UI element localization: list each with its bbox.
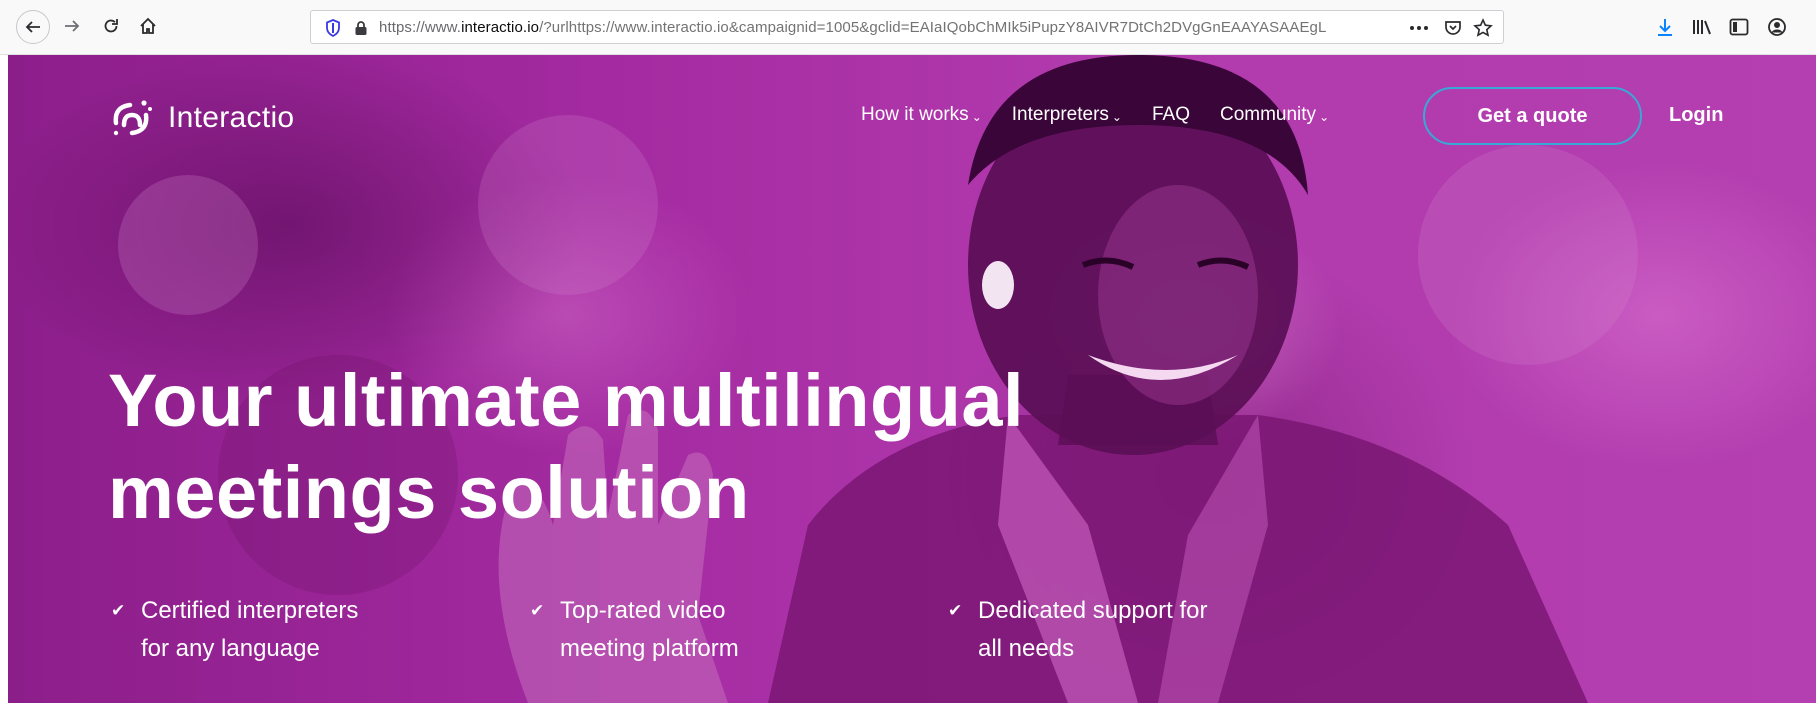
sidebar-icon — [1729, 18, 1749, 36]
forward-arrow-icon — [65, 20, 80, 32]
sidebar-button[interactable] — [1722, 10, 1756, 44]
back-button[interactable] — [16, 10, 50, 44]
account-icon — [1768, 18, 1786, 36]
nav-label: Community — [1219, 104, 1317, 125]
browser-toolbar: https://www.interactio.io/?urlhttps://ww… — [0, 0, 1816, 55]
feature-line-1: Dedicated support for — [978, 597, 1208, 624]
headline-line-1: Your ultimate multilingual — [108, 359, 1025, 442]
chevron-down-icon: ⌄ — [971, 110, 982, 124]
lock-icon[interactable] — [351, 18, 371, 38]
nav-label: Interpreters — [1011, 104, 1109, 125]
get-quote-button[interactable]: Get a quote — [1423, 87, 1642, 145]
url-path: /?urlhttps://www.interactio.io&campaigni… — [539, 19, 1327, 36]
site-logo[interactable]: Interactio — [108, 95, 294, 141]
reload-icon — [104, 19, 118, 33]
shield-icon[interactable] — [323, 18, 343, 38]
feature-line-2: all needs — [978, 635, 1075, 662]
url-prefix: https://www. — [379, 19, 462, 36]
feature-item: ✔ Certified interpreters for any languag… — [111, 592, 358, 668]
hero-section: Interactio How it works ⌄ Interpreters ⌄ F… — [8, 55, 1816, 703]
address-bar[interactable]: https://www.interactio.io/?urlhttps://ww… — [310, 10, 1504, 44]
feature-line-2: meeting platform — [560, 635, 739, 662]
reload-button[interactable] — [94, 9, 128, 43]
download-button[interactable] — [1648, 10, 1682, 44]
nav-community[interactable]: Community ⌄ — [1220, 104, 1329, 126]
main-nav: How it works ⌄ Interpreters ⌄ FAQ Communit… — [861, 93, 1359, 137]
home-icon — [140, 17, 156, 34]
library-icon — [1693, 20, 1711, 35]
pocket-icon[interactable] — [1443, 18, 1463, 38]
interactio-logo-icon — [113, 100, 152, 136]
hero-headline: Your ultimate multilingual meetings solu… — [108, 355, 1208, 539]
download-icon — [1658, 19, 1672, 36]
check-icon: ✔ — [530, 601, 545, 620]
back-arrow-icon — [25, 21, 40, 33]
feature-line-1: Certified interpreters — [141, 597, 359, 624]
headline-line-2: meetings solution — [108, 451, 750, 534]
nav-label: How it works — [861, 104, 969, 125]
nav-interpreters[interactable]: Interpreters ⌄ — [1012, 104, 1122, 126]
feature-item: ✔ Dedicated support for all needs — [948, 592, 1207, 668]
feature-line-2: for any language — [141, 635, 320, 662]
feature-item: ✔ Top-rated video meeting platform — [530, 592, 739, 668]
check-icon: ✔ — [948, 601, 963, 620]
check-icon: ✔ — [111, 601, 126, 620]
more-icon[interactable] — [1409, 18, 1429, 38]
nav-how-it-works[interactable]: How it works ⌄ — [861, 104, 982, 126]
url-host: interactio.io — [461, 19, 540, 36]
chevron-down-icon: ⌄ — [1319, 110, 1330, 124]
chevron-down-icon: ⌄ — [1111, 110, 1122, 124]
account-button[interactable] — [1760, 10, 1794, 44]
url-text[interactable]: https://www.interactio.io/?urlhttps://ww… — [379, 19, 1399, 39]
nav-faq[interactable]: FAQ — [1152, 104, 1190, 126]
star-icon[interactable] — [1473, 18, 1493, 38]
login-link[interactable]: Login — [1669, 104, 1723, 127]
home-button[interactable] — [131, 9, 165, 43]
nav-label: FAQ — [1151, 104, 1190, 125]
logo-text: Interactio — [168, 101, 295, 134]
forward-button[interactable] — [55, 9, 89, 43]
library-button[interactable] — [1685, 10, 1719, 44]
feature-line-1: Top-rated video — [560, 597, 726, 624]
